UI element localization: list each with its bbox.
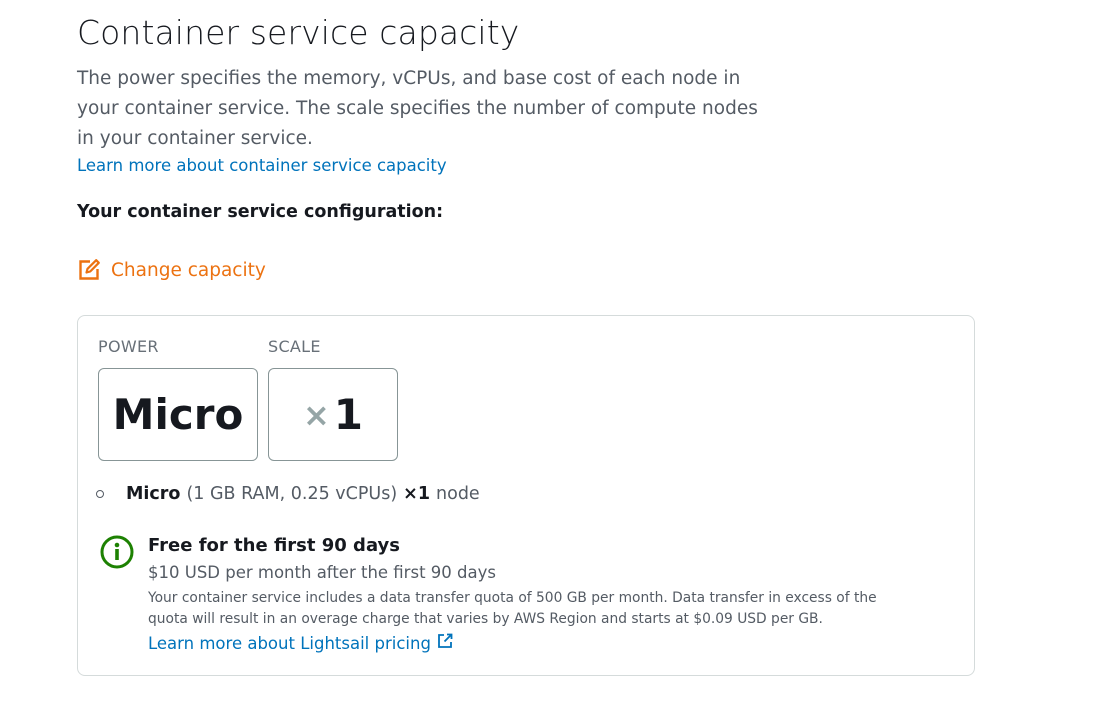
learn-more-pricing-link[interactable]: Learn more about Lightsail pricing bbox=[148, 633, 453, 653]
power-label: POWER bbox=[98, 337, 159, 356]
change-capacity-button[interactable]: Change capacity bbox=[77, 258, 266, 282]
info-icon bbox=[100, 535, 134, 573]
scale-box: × 1 bbox=[268, 368, 398, 461]
free-tier-title: Free for the first 90 days bbox=[148, 535, 400, 556]
bullet-marker bbox=[96, 490, 104, 498]
scale-label: SCALE bbox=[268, 337, 321, 356]
capacity-summary: Micro (1 GB RAM, 0.25 vCPUs) ×1 node bbox=[96, 484, 480, 504]
scale-value: 1 bbox=[333, 390, 364, 439]
power-value: Micro bbox=[112, 390, 244, 439]
data-transfer-note: Your container service includes a data t… bbox=[148, 590, 877, 627]
power-box: Micro bbox=[98, 368, 258, 461]
after-price-text: $10 USD per month after the first 90 day… bbox=[148, 563, 496, 582]
section-description: The power specifies the memory, vCPUs, a… bbox=[77, 68, 758, 149]
summary-unit: node bbox=[436, 484, 480, 504]
configuration-heading: Your container service configuration: bbox=[77, 202, 444, 222]
scale-multiplier: × bbox=[302, 395, 330, 434]
summary-specs: (1 GB RAM, 0.25 vCPUs) bbox=[186, 484, 398, 504]
container-capacity-page: Container service capacity The power spe… bbox=[0, 0, 1108, 709]
learn-more-capacity-link[interactable]: Learn more about container service capac… bbox=[77, 156, 447, 175]
summary-power: Micro bbox=[126, 484, 181, 504]
summary-scale: ×1 bbox=[403, 484, 431, 504]
external-link-icon bbox=[437, 633, 453, 653]
page-title: Container service capacity bbox=[77, 13, 520, 52]
change-capacity-label: Change capacity bbox=[111, 259, 266, 281]
learn-more-pricing-label: Learn more about Lightsail pricing bbox=[148, 633, 431, 653]
edit-icon bbox=[77, 258, 101, 282]
